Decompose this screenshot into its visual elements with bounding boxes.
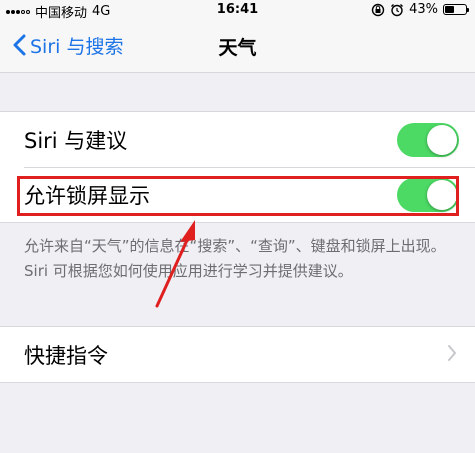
annotation-arrow-icon [155, 220, 195, 308]
